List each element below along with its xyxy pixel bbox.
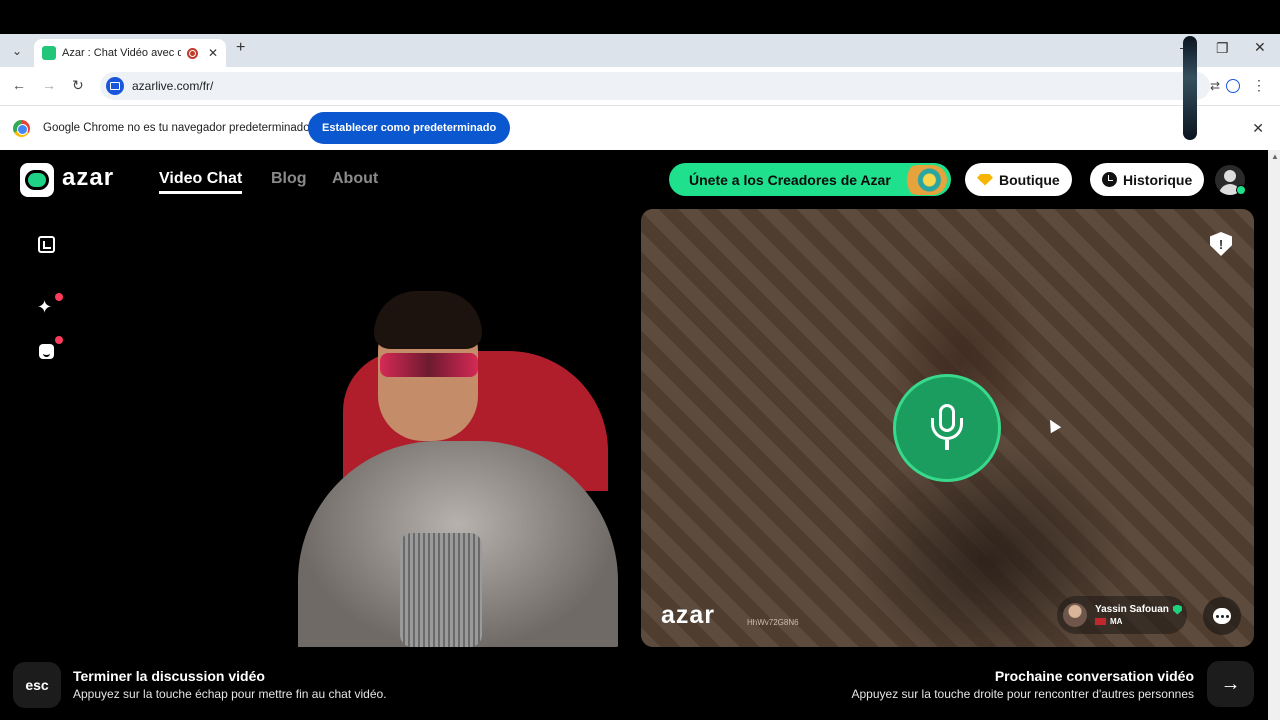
restore-button[interactable]: ❐ — [1216, 40, 1229, 57]
chat-bubble-icon — [1213, 608, 1231, 624]
verified-badge-icon — [1172, 604, 1182, 615]
nav-blog[interactable]: Blog — [271, 170, 307, 188]
effects-sparkle-icon[interactable]: ✦ — [37, 297, 52, 318]
close-window-button[interactable]: ✕ — [1254, 39, 1266, 56]
azar-logo-icon[interactable] — [20, 163, 54, 197]
remote-watermark: azar — [661, 601, 716, 629]
azar-logo-text[interactable]: azar — [62, 164, 114, 192]
creators-badge-icon — [903, 165, 947, 195]
microphone-icon — [929, 404, 965, 452]
floating-overlay-figure — [1183, 36, 1197, 140]
online-status-badge — [1236, 185, 1246, 195]
chrome-menu-icon[interactable]: ⋮ — [1252, 77, 1266, 94]
report-shield-icon[interactable]: ! — [1210, 232, 1232, 256]
creators-button-label: Únete a los Creadores de Azar — [689, 171, 891, 188]
azar-favicon-icon — [42, 46, 56, 60]
next-chat-hint: Appuyez sur la touche droite pour rencon… — [851, 687, 1195, 701]
new-tab-button[interactable]: + — [236, 39, 245, 57]
page-scrollbar[interactable]: ▲ — [1268, 150, 1280, 720]
morocco-flag-icon — [1095, 618, 1106, 625]
azar-page: azar Video Chat Blog About Únete a los C… — [0, 150, 1268, 720]
tab-close-icon[interactable]: ✕ — [208, 46, 218, 60]
historique-button[interactable]: Historique — [1090, 163, 1205, 196]
mouse-cursor — [1044, 416, 1062, 434]
tab-search-button[interactable]: ⌄ — [6, 41, 28, 61]
exit-fullscreen-icon[interactable] — [38, 236, 55, 253]
profile-icon[interactable] — [1226, 79, 1240, 93]
browser-tab[interactable]: Azar : Chat Vidéo avec de n ✕ — [34, 39, 226, 67]
address-bar[interactable]: azarlive.com/fr/ — [100, 72, 1210, 100]
recording-icon — [186, 47, 198, 59]
boutique-label: Boutique — [999, 171, 1060, 188]
face-filter-icon[interactable] — [39, 344, 54, 359]
infobar-close-icon[interactable]: ✕ — [1252, 120, 1264, 137]
clock-icon — [1102, 172, 1117, 187]
set-default-button[interactable]: Establecer como predeterminado — [308, 112, 511, 144]
screen-top-bar — [0, 0, 1280, 34]
remote-match-id: HhWv72G8N6 — [747, 618, 799, 627]
site-info-icon[interactable] — [106, 77, 124, 95]
nav-video-chat[interactable]: Video Chat — [159, 170, 243, 194]
end-chat-hint: Appuyez sur la touche échap pour mettre … — [73, 687, 387, 701]
chrome-logo-icon — [13, 120, 30, 137]
boutique-button[interactable]: Boutique — [965, 163, 1072, 196]
default-browser-infobar: Google Chrome no es tu navegador predete… — [0, 105, 1280, 150]
reload-button[interactable]: ↻ — [72, 77, 84, 94]
browser-tab-strip: ⌄ Azar : Chat Vidéo avec de n ✕ + — ❐ ✕ — [0, 34, 1280, 67]
remote-video-panel: ! azar HhWv72G8N6 Yassin Safouan MA — [641, 209, 1254, 647]
peer-profile-card[interactable]: Yassin Safouan MA — [1057, 596, 1187, 634]
nav-about[interactable]: About — [332, 170, 378, 188]
peer-name: Yassin Safouan — [1095, 604, 1169, 615]
effects-notification-dot — [55, 293, 63, 301]
back-button[interactable]: ← — [12, 77, 26, 93]
microphone-button[interactable] — [893, 374, 1001, 482]
chat-button[interactable] — [1203, 597, 1241, 635]
self-camera-feed — [298, 291, 618, 647]
self-video-panel: ✦ — [13, 209, 627, 647]
infobar-message: Google Chrome no es tu navegador predete… — [43, 122, 310, 134]
gem-icon — [977, 173, 993, 186]
creators-button[interactable]: Únete a los Creadores de Azar — [669, 163, 951, 196]
translate-icon[interactable]: ⇄ — [1210, 79, 1220, 94]
next-arrow-button[interactable]: → — [1207, 661, 1254, 707]
browser-toolbar: ← → ↻ azarlive.com/fr/ ⎙ ⇄ ⋮ — [0, 67, 1280, 105]
next-chat-title: Prochaine conversation vidéo — [994, 668, 1194, 684]
tab-title: Azar : Chat Vidéo avec de n — [62, 47, 181, 59]
scroll-up-icon[interactable]: ▲ — [1271, 152, 1279, 161]
esc-key-button[interactable]: esc — [13, 662, 61, 708]
historique-label: Historique — [1123, 171, 1193, 188]
url-text: azarlive.com/fr/ — [132, 79, 214, 93]
forward-button[interactable]: → — [42, 77, 56, 93]
end-chat-title: Terminer la discussion vidéo — [73, 668, 265, 684]
peer-country: MA — [1110, 617, 1123, 626]
filter-notification-dot — [55, 336, 63, 344]
peer-avatar — [1063, 603, 1087, 627]
